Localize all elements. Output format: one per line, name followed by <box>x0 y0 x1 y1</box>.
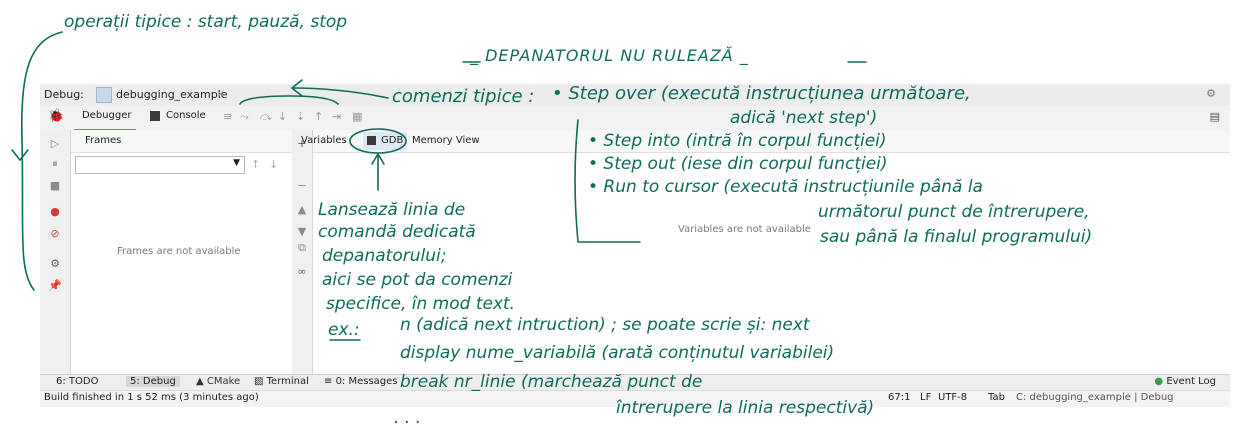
step-icons-bracket <box>239 95 339 105</box>
annotation-run-to-cursor-3: sau până la finalul programului) <box>820 227 1093 247</box>
annotation-step-out: • Step out (iese din corpul funcției) <box>588 154 888 174</box>
annotation-gdb-5: specifice, în mod text. <box>326 294 516 314</box>
annotation-gdb-1: Lansează linia de <box>318 200 466 220</box>
annotation-typical-ops: operații tipice : start, pauză, stop <box>64 12 348 32</box>
annotation-run-to-cursor: • Run to cursor (execută instrucțiunile … <box>588 177 983 197</box>
annotation-ex-3: break nr_linie (marchează punct de <box>400 372 703 392</box>
annotation-step-into: • Step into (intră în corpul funcției) <box>588 131 887 151</box>
gdb-circle <box>349 128 407 154</box>
annotation-ellipsis: . . . <box>394 408 422 428</box>
annotation-run-to-cursor-2: următorul punct de întrerupere, <box>818 202 1090 222</box>
annotation-ex-4: întrerupere la linia respectivă) <box>616 398 875 418</box>
annotation-gdb-4: aici se pot da comenzi <box>322 270 513 290</box>
annotation-ex-1: n (adică next intruction) ; se poate scr… <box>400 315 810 335</box>
annotation-debugger-running: _ DEPANATORUL NU RULEAZĂ _ <box>470 46 749 65</box>
annotation-step-over-2: adică 'next step') <box>730 108 878 128</box>
left-bracket-stroke <box>20 31 63 291</box>
annotation-gdb-3: depanatorului; <box>322 246 447 266</box>
annotation-step-over: • Step over (execută instrucțiunea următ… <box>552 83 971 104</box>
annotation-ex-2: display nume_variabilă (arată conținutul… <box>400 343 835 363</box>
annotation-gdb-2: comandă dedicată <box>318 222 476 242</box>
annotation-commands-title: comenzi tipice : <box>392 86 535 107</box>
annotation-ex-label: ex.: <box>328 320 360 340</box>
left-arrow-stroke <box>11 149 29 162</box>
